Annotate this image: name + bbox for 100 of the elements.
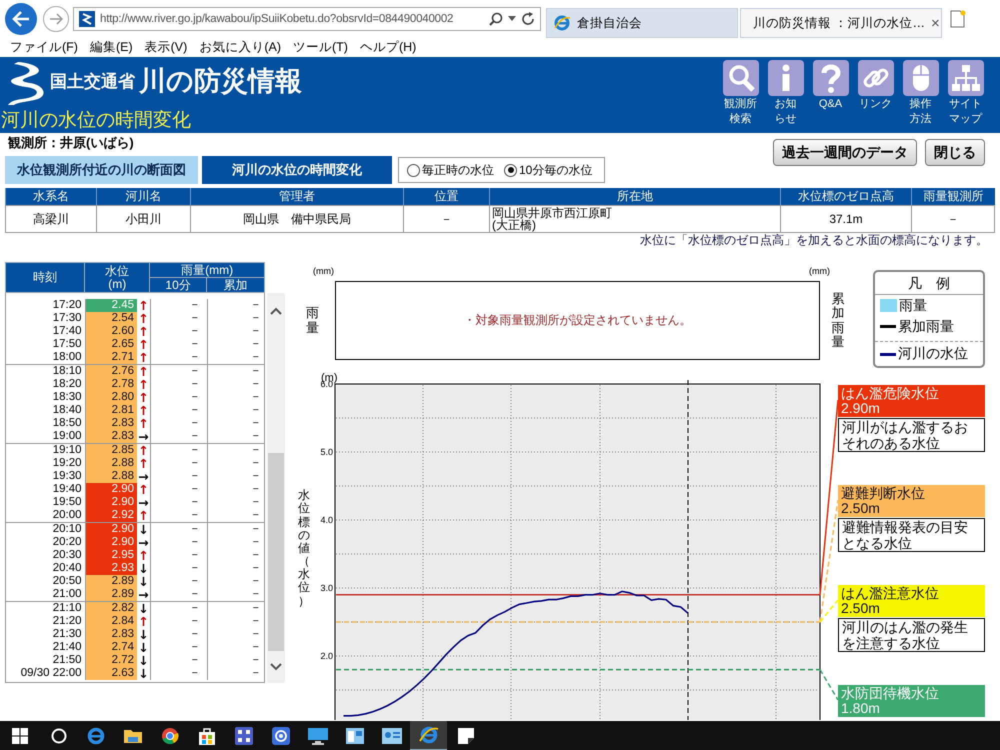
scroll-down-icon[interactable]	[270, 663, 282, 671]
table-cell: －	[208, 417, 264, 430]
menu-item[interactable]: ファイル(F)	[4, 39, 84, 56]
unit-label: (mm)	[313, 265, 334, 278]
water-level-cell: 2.89	[85, 588, 137, 601]
table-cell: －	[208, 391, 264, 404]
circle-icon[interactable]	[50, 728, 66, 744]
bag-icon[interactable]	[198, 727, 214, 745]
scrollbar[interactable]	[267, 293, 285, 683]
threshold-label: はん濫注意水位 2.50m	[838, 585, 985, 617]
water-level-cell: 2.71	[85, 351, 137, 364]
table-cell: －	[208, 338, 264, 351]
table-cell: －	[150, 457, 208, 470]
forward-button[interactable]	[43, 6, 69, 32]
id-card-icon[interactable]	[382, 728, 402, 744]
new-tab-icon[interactable]	[950, 10, 966, 28]
menu-item[interactable]: お気に入り(A)	[193, 39, 287, 56]
time-cell: 19:50	[6, 496, 85, 509]
axis-label: 累加雨量	[832, 292, 844, 350]
window-icon[interactable]	[346, 728, 364, 744]
menu-item[interactable]: ヘルプ(H)	[354, 39, 422, 56]
caret-icon[interactable]	[508, 16, 516, 22]
view-tab[interactable]: 水位観測所付近の川の断面図	[5, 156, 198, 184]
e-icon[interactable]	[86, 727, 104, 745]
menu-item[interactable]: 編集(E)	[84, 39, 139, 56]
folder-icon[interactable]	[124, 728, 142, 744]
table-cell: －	[208, 364, 264, 378]
table-cell: －	[150, 430, 208, 443]
time-cell: 21:50	[6, 654, 85, 667]
table-cell: －	[208, 312, 264, 325]
menu-item[interactable]: ツール(T)	[286, 39, 354, 56]
water-level-cell: 2.92	[85, 509, 137, 522]
search-icon[interactable]	[489, 12, 503, 26]
time-cell: 19:20	[6, 457, 85, 470]
table-cell: －	[208, 575, 264, 588]
close-button[interactable]: ×	[930, 14, 940, 32]
water-level-cell: 2.95	[85, 549, 137, 562]
water-level-cell: 2.88	[85, 470, 137, 483]
time-cell: 17:50	[6, 338, 85, 351]
table-cell: 小田川	[96, 206, 190, 232]
ministry-name: 国土交通省	[50, 71, 135, 93]
time-cell: 20:50	[6, 575, 85, 588]
table-cell: －	[208, 522, 264, 536]
time-cell: 18:20	[6, 378, 85, 391]
nav-link[interactable]: 操作 方法	[902, 60, 939, 133]
start-icon[interactable]	[12, 728, 28, 744]
monitor-icon[interactable]	[308, 727, 328, 745]
browser-tab[interactable]: 倉掛自治会	[546, 8, 738, 38]
water-level-cell: 2.76	[85, 364, 137, 378]
table-cell: －	[150, 378, 208, 391]
menu-item[interactable]: 表示(V)	[138, 39, 194, 56]
browser-tab[interactable]: 川の防災情報 ：河川の水位… ×	[740, 8, 942, 38]
round-logo-icon[interactable]	[160, 727, 178, 745]
action-button[interactable]: 過去一週間のデータ	[773, 139, 917, 166]
search-icon	[722, 60, 758, 96]
table-cell: －	[150, 575, 208, 588]
back-button[interactable]	[5, 3, 37, 35]
table-cell: －	[150, 417, 208, 430]
scroll-up-icon[interactable]	[270, 307, 282, 315]
url-text: http://www.river.go.jp/kawabou/ipSuiiKobetu.do?obsrvId=084490040002	[100, 13, 454, 25]
nav-link[interactable]: サイト マップ	[947, 60, 984, 133]
note-icon[interactable]	[458, 728, 474, 744]
nav-link[interactable]: Q&A	[812, 60, 849, 133]
site-title: 川の防災情報	[139, 65, 302, 98]
radio-option[interactable]: 10分毎の水位	[504, 162, 592, 178]
e-icon[interactable]	[418, 725, 438, 745]
time-cell: 20:40	[6, 562, 85, 575]
table-cell: －	[150, 483, 208, 496]
water-level-cell: 2.83	[85, 628, 137, 641]
table-cell: －	[150, 562, 208, 575]
table-cell: －	[150, 522, 208, 536]
threshold-label: はん濫危険水位 2.90m	[838, 385, 985, 417]
water-level-cell: 2.84	[85, 615, 137, 628]
view-tab[interactable]: 河川の水位の時間変化	[202, 156, 392, 184]
table-cell: －	[150, 549, 208, 562]
table-cell: －	[150, 338, 208, 351]
water-level-cell: 2.74	[85, 641, 137, 654]
nav-link[interactable]: リンク	[857, 60, 894, 133]
column-header: 水系名	[6, 188, 96, 206]
scroll-thumb[interactable]	[268, 453, 284, 651]
time-cell: 21:10	[6, 602, 85, 615]
water-level-cell: 2.63	[85, 667, 137, 680]
action-button[interactable]: 閉じる	[925, 139, 985, 166]
refresh-icon[interactable]	[521, 12, 535, 26]
radio-option[interactable]: 毎正時の水位	[407, 162, 494, 178]
page-title: 河川の水位の時間変化	[0, 109, 192, 133]
unit-label: (mm)	[809, 265, 830, 278]
legend-label: 累加雨量	[898, 318, 954, 336]
column-header: 所在地	[490, 188, 780, 206]
legend-label: 河川の水位	[898, 345, 968, 363]
nav-link[interactable]: お知 らせ	[767, 60, 804, 133]
table-cell: －	[208, 299, 264, 312]
address-field[interactable]: http://www.river.go.jp/kawabou/ipSuiiKobetu.do?obsrvId=084490040002	[73, 7, 541, 31]
nav-link[interactable]: 観測所 検索	[722, 60, 759, 133]
axis-tick-label: 4.0	[320, 515, 333, 525]
time-cell: 18:30	[6, 391, 85, 404]
sitemap-icon	[948, 60, 984, 96]
time-cell: 19:30	[6, 470, 85, 483]
grid-app-icon[interactable]	[234, 727, 252, 745]
table-cell: －	[208, 470, 264, 483]
